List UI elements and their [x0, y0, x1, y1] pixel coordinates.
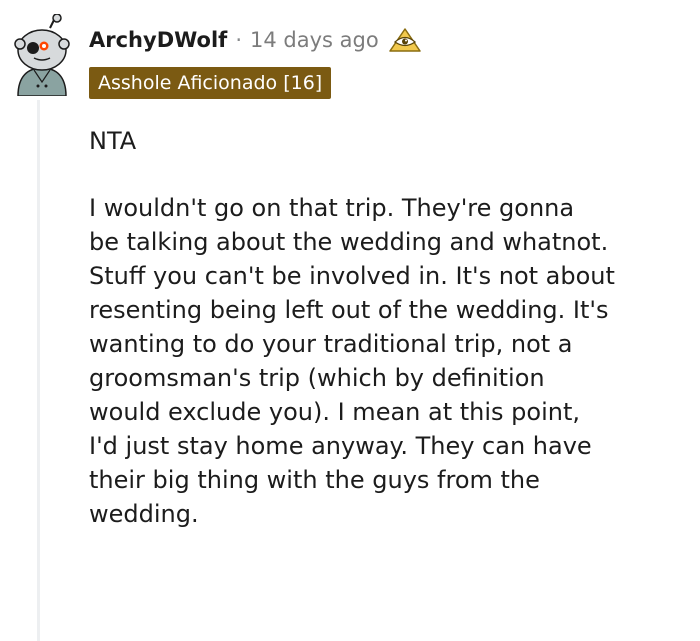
verdict-text: NTA — [89, 127, 137, 155]
thread-line[interactable] — [37, 100, 40, 641]
body-line: would exclude you). I mean at this point… — [89, 398, 581, 426]
username-link[interactable]: ArchyDWolf — [89, 28, 227, 52]
body-line: wedding. — [89, 500, 199, 528]
separator-dot: · — [235, 28, 242, 52]
body-line: I'd just stay home anyway. They can have — [89, 432, 592, 460]
body-line: Stuff you can't be involved in. It's not… — [89, 262, 615, 290]
body-line: their big thing with the guys from the — [89, 466, 540, 494]
eye-pyramid-award-icon[interactable] — [387, 27, 423, 53]
comment-header: ArchyDWolf · 14 days ago — [89, 25, 423, 55]
timestamp-link[interactable]: 14 days ago — [250, 28, 379, 52]
body-line: resenting being left out of the wedding.… — [89, 296, 609, 324]
avatar[interactable] — [8, 14, 76, 96]
user-flair: Asshole Aficionado [16] — [89, 67, 332, 99]
body-line: wanting to do your traditional trip, not… — [89, 330, 573, 358]
body-line: groomsman's trip (which by definition — [89, 364, 545, 392]
comment: ArchyDWolf · 14 days ago Asshole Aficion… — [0, 0, 700, 641]
body-line: be talking about the wedding and whatnot… — [89, 228, 609, 256]
comment-body: NTA I wouldn't go on that trip. They're … — [89, 124, 689, 531]
body-line: I wouldn't go on that trip. They're gonn… — [89, 194, 575, 222]
